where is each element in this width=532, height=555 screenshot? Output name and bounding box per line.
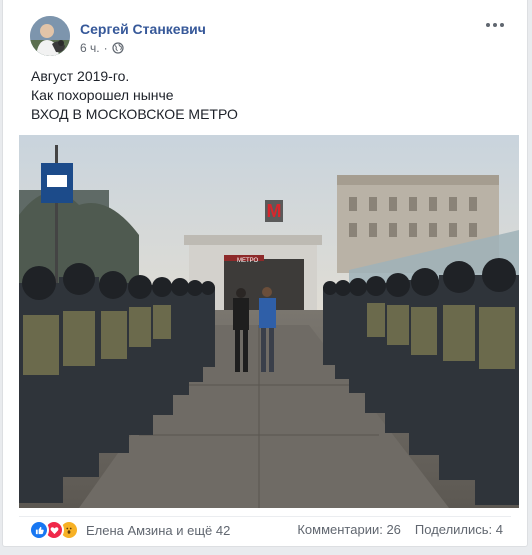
footer-divider xyxy=(19,516,511,517)
engagement-counts: Комментарии: 26 Поделились: 4 xyxy=(297,522,503,537)
comments-count-link[interactable]: Комментарии: 26 xyxy=(297,522,401,537)
post-timestamp[interactable]: 6 ч. xyxy=(80,41,100,55)
post-text-line: ВХОД В МОСКОВСКОЕ МЕТРО xyxy=(31,106,238,122)
dot-icon xyxy=(500,23,504,27)
globe-icon[interactable] xyxy=(111,42,124,54)
metro-station-sign: МЕТРО xyxy=(237,258,259,264)
post-photo[interactable]: M МЕТРО xyxy=(19,135,519,508)
post-card: Сергей Станкевич 6 ч. · Август 2019-го. … xyxy=(2,0,528,547)
author-name[interactable]: Сергей Станкевич xyxy=(80,21,206,37)
post-text-line: Как похорошел нынче xyxy=(31,87,174,103)
shares-count-link[interactable]: Поделились: 4 xyxy=(415,522,503,537)
metro-entrance-photo: M МЕТРО xyxy=(19,135,519,508)
dot-icon xyxy=(493,23,497,27)
reactions-summary[interactable]: Елена Амзина и ещё 42 xyxy=(29,519,230,541)
more-options-button[interactable] xyxy=(485,18,505,32)
dot-icon xyxy=(486,23,490,27)
avatar[interactable] xyxy=(30,16,70,56)
post-meta: 6 ч. · xyxy=(80,41,124,55)
post-text-line: Август 2019-го. xyxy=(31,68,130,84)
like-icon[interactable] xyxy=(29,520,49,540)
metro-sign-letter: M xyxy=(267,201,282,221)
reactors-link[interactable]: Елена Амзина и ещё 42 xyxy=(86,523,230,538)
post-text: Август 2019-го. Как похорошел нынче ВХОД… xyxy=(31,67,501,124)
avatar-image xyxy=(30,16,70,56)
